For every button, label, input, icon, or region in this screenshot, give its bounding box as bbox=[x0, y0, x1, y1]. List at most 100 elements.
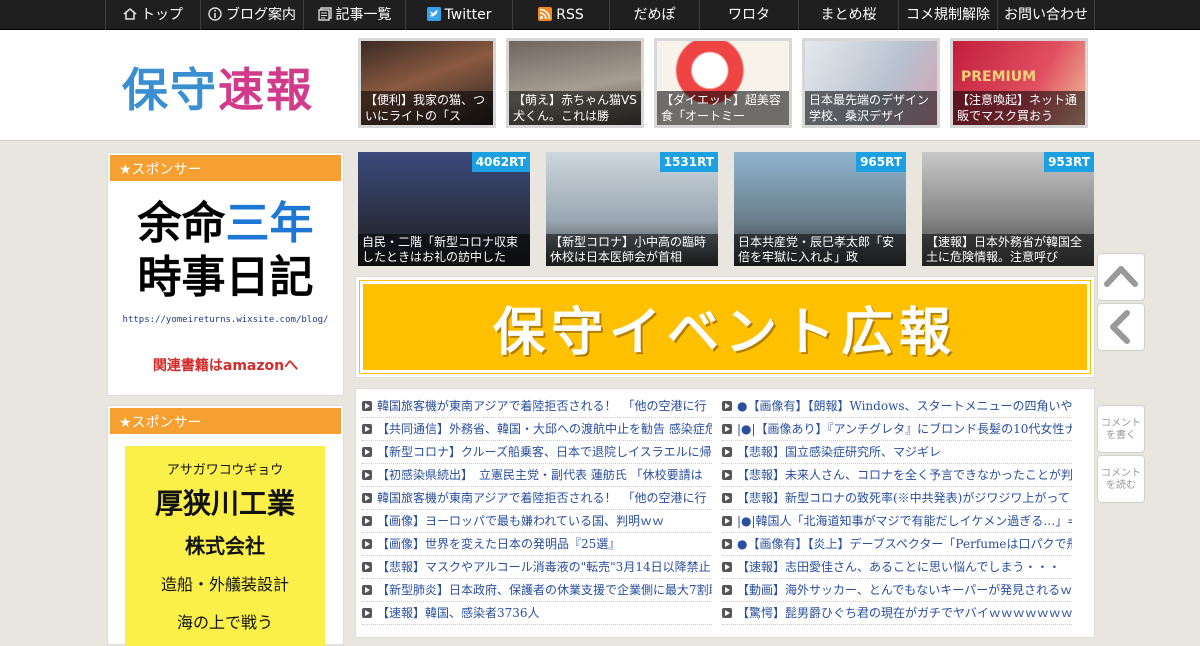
nav-item-article-list[interactable]: 記事一覧 bbox=[303, 0, 405, 30]
list-item[interactable]: 【新型コロナ】クルーズ船乗客、日本で退院しイスラエルに帰 bbox=[362, 441, 712, 464]
sponsor-title[interactable]: 余命三年 時事日記 bbox=[108, 197, 343, 305]
list-item-title: 【速報】志田愛佳さん、あることに思い悩んでしまう・・・ bbox=[737, 560, 1061, 574]
list-item[interactable]: ●【画像有】【炎上】デーブスペクター「Perfumeは口パクで飛 bbox=[722, 533, 1072, 556]
list-item[interactable]: 【悲報】未来人さん、コロナを全く予言できなかったことが判 bbox=[722, 464, 1072, 487]
featured-thumb[interactable]: 日本最先端のデザイン学校、桑沢デザイ bbox=[802, 38, 940, 128]
read-comment-button[interactable]: コメントを読む bbox=[1097, 455, 1145, 503]
amazon-link[interactable]: 関連書籍はamazonへ bbox=[108, 355, 343, 375]
list-item[interactable]: 【悲報】国立感染症研究所、マジギレ bbox=[722, 441, 1072, 464]
play-icon bbox=[722, 470, 732, 480]
company-ad[interactable]: アサガワコウギョウ 厚狭川工業 株式会社 造船・外艤装設計 海の上で戦う bbox=[125, 446, 325, 646]
featured-thumb[interactable]: PREMIUM 【注意喚起】ネット通販でマスク買おう bbox=[950, 38, 1088, 128]
play-icon bbox=[722, 424, 732, 434]
list-item[interactable]: ●【画像有】【朗報】Windows、スタートメニューの四角いや bbox=[722, 395, 1072, 418]
sponsor-box: ★スポンサー 余命三年 時事日記 https://yomeireturns.wi… bbox=[107, 152, 344, 396]
nav-label: トップ bbox=[141, 7, 183, 23]
play-icon bbox=[362, 539, 372, 549]
news-caption: 日本共産党・辰巳孝太郎「安倍を牢獄に入れよ」政 bbox=[734, 234, 906, 266]
list-item-title: 【新型コロナ】クルーズ船乗客、日本で退院しイスラエルに帰 bbox=[377, 445, 712, 459]
play-icon bbox=[362, 585, 372, 595]
play-icon bbox=[362, 424, 372, 434]
play-icon bbox=[722, 516, 732, 526]
list-item-title: 【初感染県続出】 立憲民主党・副代表 蓮舫氏 「休校要請は bbox=[377, 468, 703, 482]
play-icon bbox=[722, 447, 732, 457]
list-item[interactable]: 【新型肺炎】日本政府、保護者の休業支援で企業側に最大7割助 bbox=[362, 579, 712, 602]
back-button[interactable] bbox=[1097, 303, 1145, 351]
home-icon bbox=[123, 7, 137, 20]
list-item-title: |●|韓国人「北海道知事がマジで有能だしイケメン過ぎる…」= bbox=[737, 514, 1072, 528]
list-item-title: 【悲報】新型コロナの致死率(※中共発表)がジワジワ上がって bbox=[737, 491, 1070, 505]
twitter-icon bbox=[426, 7, 441, 21]
list-item[interactable]: |●|韓国人「北海道知事がマジで有能だしイケメン過ぎる…」= bbox=[722, 510, 1072, 533]
premium-badge: PREMIUM bbox=[961, 69, 1037, 85]
retweet-count: 1531RT bbox=[659, 152, 718, 172]
news-caption: 自民・二階「新型コロナ収束したときはお礼の訪中した bbox=[358, 234, 530, 266]
list-item[interactable]: 【悲報】マスクやアルコール消毒液の"転売"3月14日以降禁止 bbox=[362, 556, 712, 579]
nav-item-comment-unblock[interactable]: コメ規制解除 bbox=[898, 0, 997, 30]
event-banner[interactable]: 保守イベント広報 bbox=[355, 276, 1095, 378]
nav-item-blog-guide[interactable]: ブログ案内 bbox=[200, 0, 303, 30]
article-list-box: 韓国旅客機が東南アジアで着陸拒否される！ 「他の空港に行 【共同通信】外務省、韓… bbox=[355, 388, 1095, 638]
nav-label: コメ規制解除 bbox=[906, 7, 990, 23]
rss-icon bbox=[538, 7, 553, 21]
news-card[interactable]: 965RT 日本共産党・辰巳孝太郎「安倍を牢獄に入れよ」政 bbox=[734, 152, 906, 266]
list-item-title: 【悲報】未来人さん、コロナを全く予言できなかったことが判 bbox=[737, 468, 1072, 482]
list-item[interactable]: 【画像】世界を変えた日本の発明品『25選』 bbox=[362, 533, 712, 556]
company-type: 株式会社 bbox=[185, 534, 265, 558]
sponsor-title-part: 余命 bbox=[137, 198, 226, 249]
list-item[interactable]: 【画像】ヨーロッパで最も嫌われている国、判明ｗｗ bbox=[362, 510, 712, 533]
list-item[interactable]: 【初感染県続出】 立憲民主党・副代表 蓮舫氏 「休校要請は bbox=[362, 464, 712, 487]
write-comment-button[interactable]: コメントを書く bbox=[1097, 405, 1145, 453]
site-header: 保守速報 【便利】我家の猫、ついにライトの「ス 【萌え】赤ちゃん猫VS犬くん。こ… bbox=[0, 30, 1200, 141]
top-nav: トップ ブログ案内 記事一覧 Twitter RSS だめぽ ワロタ まとめ桜 … bbox=[0, 0, 1200, 30]
retweet-count: 965RT bbox=[856, 152, 906, 172]
nav-label: Twitter bbox=[444, 7, 492, 23]
nav-label: まとめ桜 bbox=[820, 7, 877, 23]
featured-thumb[interactable]: 【便利】我家の猫、ついにライトの「ス bbox=[358, 38, 496, 128]
news-card[interactable]: 953RT 【速報】日本外務省が韓国全土に危険情報。注意呼び bbox=[922, 152, 1094, 266]
retweet-count: 953RT bbox=[1044, 152, 1094, 172]
nav-item-twitter[interactable]: Twitter bbox=[405, 0, 512, 30]
nav-item-damepo[interactable]: だめぽ bbox=[609, 0, 699, 30]
sponsor-heading: ★スポンサー bbox=[108, 406, 343, 436]
list-item[interactable]: 【速報】韓国、感染者3736人 bbox=[362, 602, 712, 625]
info-icon bbox=[208, 7, 222, 21]
play-icon bbox=[362, 470, 372, 480]
list-item[interactable]: 【悲報】新型コロナの致死率(※中共発表)がジワジワ上がって bbox=[722, 487, 1072, 510]
nav-label: 記事一覧 bbox=[335, 7, 392, 23]
nav-label: だめぽ bbox=[633, 7, 676, 23]
nav-item-warota[interactable]: ワロタ bbox=[699, 0, 798, 30]
sponsor-title-part: 時事日記 bbox=[137, 252, 314, 303]
chevron-left-icon bbox=[1110, 310, 1130, 344]
list-item[interactable]: 【速報】志田愛佳さん、あることに思い悩んでしまう・・・ bbox=[722, 556, 1072, 579]
list-item[interactable]: 【共同通信】外務省、韓国・大邱への渡航中止を勧告 感染症危 bbox=[362, 418, 712, 441]
play-icon bbox=[722, 493, 732, 503]
list-item[interactable]: 【動画】海外サッカー、とんでもないキーパーが発見されるｗ bbox=[722, 579, 1072, 602]
list-item[interactable]: 韓国旅客機が東南アジアで着陸拒否される！ 「他の空港に行 bbox=[362, 395, 712, 418]
list-item-title: 【驚愕】髭男爵ひぐち君の現在がガチでヤバイｗｗｗｗｗｗｗ bbox=[737, 606, 1072, 620]
company-business: 造船・外艤装設計 bbox=[160, 575, 289, 594]
nav-item-matome-sakura[interactable]: まとめ桜 bbox=[798, 0, 898, 30]
featured-thumb[interactable]: 【萌え】赤ちゃん猫VS犬くん。これは勝 bbox=[506, 38, 644, 128]
list-item[interactable]: |●|【画像あり】『アンチグレタ』にブロンド長髪の10代女性ナ bbox=[722, 418, 1072, 441]
play-icon bbox=[362, 516, 372, 526]
news-card[interactable]: 1531RT 【新型コロナ】小中高の臨時休校は日本医師会が首相 bbox=[546, 152, 718, 266]
featured-thumb[interactable]: 【ダイエット】超美容食「オートミー bbox=[654, 38, 792, 128]
play-icon bbox=[722, 539, 732, 549]
news-card[interactable]: 4062RT 自民・二階「新型コロナ収束したときはお礼の訪中した bbox=[358, 152, 530, 266]
list-item[interactable]: 韓国旅客機が東南アジアで着陸拒否される！ 「他の空港に行 bbox=[362, 487, 712, 510]
sponsor-url[interactable]: https://yomeireturns.wixsite.com/blog/ bbox=[108, 315, 343, 325]
list-item-title: 【悲報】マスクやアルコール消毒液の"転売"3月14日以降禁止 bbox=[377, 560, 711, 574]
scroll-top-button[interactable] bbox=[1097, 253, 1145, 301]
event-banner-text: 保守イベント広報 bbox=[492, 302, 957, 363]
list-item-title: 【画像】ヨーロッパで最も嫌われている国、判明ｗｗ bbox=[377, 514, 665, 528]
nav-label: RSS bbox=[556, 7, 584, 23]
list-item-title: 【速報】韓国、感染者3736人 bbox=[377, 606, 540, 620]
nav-item-contact[interactable]: お問い合わせ bbox=[997, 0, 1095, 30]
nav-item-rss[interactable]: RSS bbox=[512, 0, 609, 30]
nav-item-top[interactable]: トップ bbox=[105, 0, 200, 30]
site-logo[interactable]: 保守速報 bbox=[122, 54, 314, 120]
chevron-up-icon bbox=[1104, 266, 1138, 287]
list-item[interactable]: 【驚愕】髭男爵ひぐち君の現在がガチでヤバイｗｗｗｗｗｗｗ bbox=[722, 602, 1072, 625]
nav-label: ワロタ bbox=[728, 7, 770, 23]
